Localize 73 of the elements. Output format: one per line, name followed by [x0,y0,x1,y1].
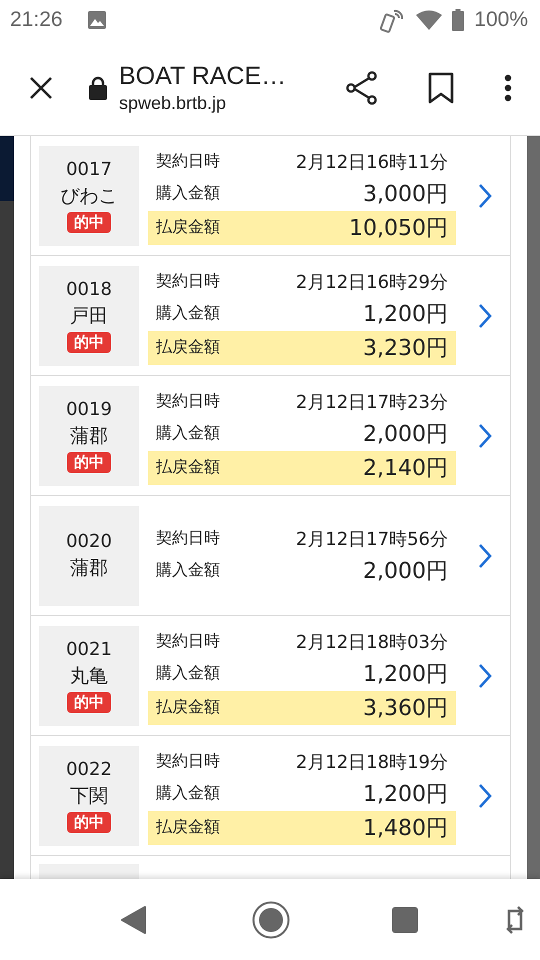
rotate-icon[interactable] [506,904,524,934]
field-label: 払戻金額 [156,817,220,838]
venue-name: 下関 [70,784,108,808]
venue-name: びわこ [60,184,118,208]
payout-amount: 3,360円 [363,694,448,722]
close-icon[interactable] [29,76,53,100]
hit-badge: 的中 [67,212,111,232]
field-label: 購入金額 [156,183,220,204]
field-label: 契約日時 [156,631,220,652]
hit-badge: 的中 [67,452,111,472]
purchase-amount: 2,000円 [363,558,448,586]
recents-icon[interactable] [392,906,418,932]
purchase-amount: 2,000円 [363,420,448,448]
field-label: 契約日時 [156,528,220,549]
purchase-amount: 1,200円 [363,660,448,688]
field-label: 払戻金額 [156,217,220,238]
page-url: spweb.brtb.jp [119,92,228,114]
chevron-right-icon[interactable] [478,782,492,808]
venue-name: 丸亀 [70,664,108,688]
payout-amount: 10,050円 [349,214,448,242]
hit-badge: 的中 [67,332,111,352]
back-icon[interactable] [120,904,148,934]
ticket-number: 0018 [66,278,112,300]
field-label: 契約日時 [156,391,220,412]
contract-datetime: 2月12日18時19分 [296,750,448,774]
payout-amount: 3,230円 [363,334,448,362]
venue-name: 蒲郡 [70,424,108,448]
battery-level: 100% [474,8,528,32]
contract-datetime: 2月12日17時56分 [296,528,448,550]
field-label: 払戻金額 [156,697,220,718]
chevron-right-icon[interactable] [478,302,492,328]
field-label: 払戻金額 [156,337,220,358]
battery-icon [452,9,464,31]
field-label: 購入金額 [156,783,220,804]
venue-name: 戸田 [70,304,108,328]
contract-datetime: 2月12日16時11分 [296,150,448,174]
bookmark-icon[interactable] [428,72,454,104]
field-label: 購入金額 [156,303,220,324]
contract-datetime: 2月12日17時23分 [296,390,448,414]
contract-datetime: 2月12日18時03分 [296,630,448,654]
hit-badge: 的中 [67,692,111,712]
clock: 21:26 [10,8,63,32]
share-icon[interactable] [346,70,378,104]
contract-datetime: 2月12日16時29分 [296,270,448,294]
field-label: 購入金額 [156,423,220,444]
lock-icon [89,76,107,100]
field-label: 契約日時 [156,271,220,292]
chevron-right-icon[interactable] [478,542,492,568]
home-icon[interactable] [252,900,290,938]
field-label: 契約日時 [156,751,220,772]
menu-icon[interactable] [504,74,512,102]
chevron-right-icon[interactable] [478,422,492,448]
payout-amount: 2,140円 [363,454,448,482]
field-label: 購入金額 [156,560,220,581]
purchase-amount: 1,200円 [363,780,448,808]
hit-badge: 的中 [67,812,111,832]
ticket-number: 0020 [66,530,112,552]
field-label: 契約日時 [156,151,220,172]
purchase-amount: 3,000円 [363,180,448,208]
venue-name: 蒲郡 [70,556,108,580]
image-icon [86,10,107,30]
payout-amount: 1,480円 [363,814,448,842]
field-label: 払戻金額 [156,457,220,478]
ticket-number: 0017 [66,158,112,180]
ticket-number: 0022 [66,758,112,780]
chevron-right-icon[interactable] [478,182,492,208]
wifi-icon [416,10,442,30]
chevron-right-icon[interactable] [478,662,492,688]
purchase-amount: 1,200円 [363,300,448,328]
field-label: 購入金額 [156,663,220,684]
ticket-number: 0021 [66,638,112,660]
ticket-number: 0019 [66,398,112,420]
page-title: BOAT RACE… [119,62,288,90]
